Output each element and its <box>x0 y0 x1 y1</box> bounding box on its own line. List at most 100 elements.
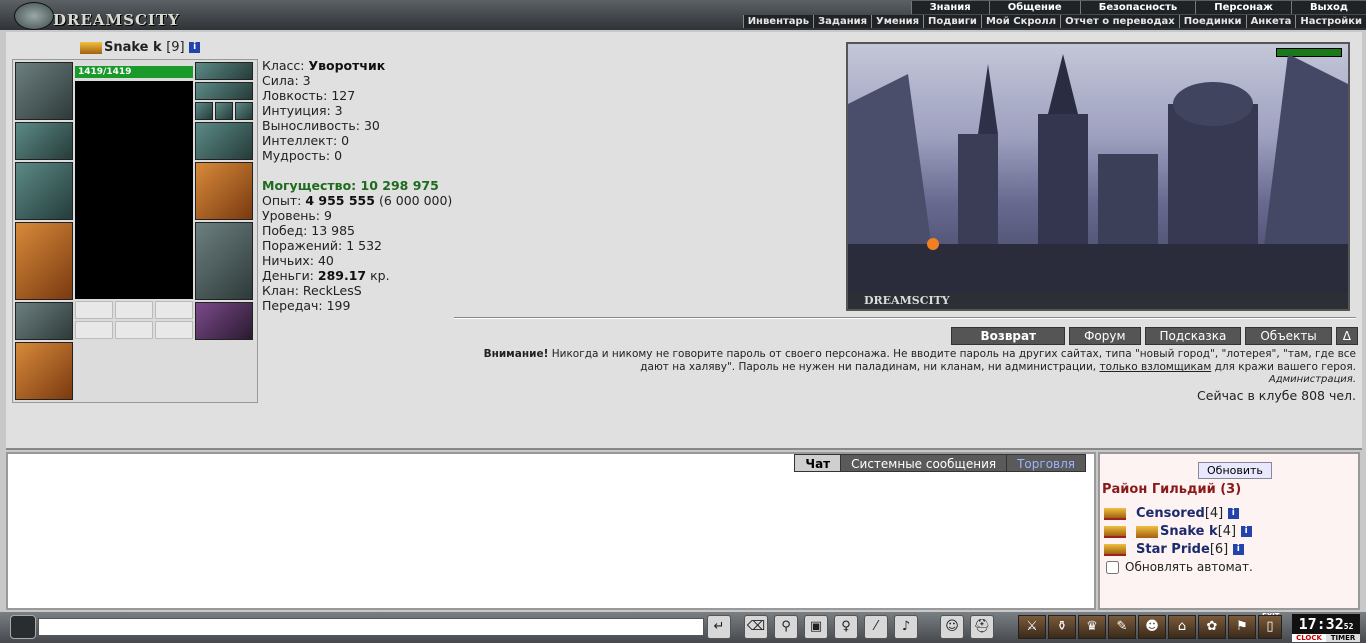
stat-experience: Опыт: 4 955 555 (6 000 000) <box>262 193 453 208</box>
private-message-icon[interactable] <box>1104 543 1126 556</box>
objects-button[interactable]: Объекты <box>1245 327 1332 345</box>
stat-intellect: Интеллект: 0 <box>262 133 350 148</box>
tab-trade[interactable]: Торговля <box>1006 454 1086 472</box>
gloves-slot[interactable] <box>195 122 253 160</box>
ring-slot[interactable] <box>215 102 233 120</box>
helmet-icon[interactable]: ⛑ <box>970 615 994 639</box>
info-icon[interactable]: i <box>189 42 201 53</box>
tab-chat[interactable]: Чат <box>794 454 842 472</box>
menu-knowledge[interactable]: Знания <box>910 1 989 14</box>
stat-class: Класс: Уворотчик <box>262 58 386 73</box>
timer-tab[interactable]: TIMER <box>1326 634 1360 642</box>
clock-tab[interactable]: CLOCK <box>1292 634 1326 642</box>
rune-slot[interactable] <box>115 301 153 319</box>
divider <box>454 317 1356 319</box>
inventory-icon[interactable]: ⚱ <box>1048 615 1076 639</box>
chat-input[interactable] <box>38 618 704 636</box>
offhand-slot[interactable] <box>195 162 253 220</box>
delta-button[interactable]: Δ <box>1335 327 1358 345</box>
submenu-fights[interactable]: Поединки <box>1178 15 1246 28</box>
game-logo[interactable]: DREAMSCITY <box>8 0 208 30</box>
stat-transfers: Передач: 199 <box>262 298 351 313</box>
private-message-icon[interactable] <box>1104 525 1126 538</box>
forum-button[interactable]: Форум <box>1069 327 1141 345</box>
submenu-profile[interactable]: Анкета <box>1245 15 1296 28</box>
tab-system[interactable]: Системные сообщения <box>840 454 1008 472</box>
top-bar: DREAMSCITY Знания Общение Безопасность П… <box>0 0 1366 30</box>
ring-slot[interactable] <box>235 102 253 120</box>
clan-icon[interactable] <box>80 41 102 54</box>
submenu-achievements[interactable]: Подвиги <box>923 15 981 28</box>
private-message-icon[interactable] <box>1104 507 1126 520</box>
bottom-toolbar: ↵ ⌫ ⚲ ▣ ♀ ⁄ ♪ ☺ ⛑ ⚔ ⚱ ♛ ✎ ☻ ⌂ ✿ ⚑ EXIT ▯… <box>0 612 1366 643</box>
refresh-button[interactable]: Обновить <box>1198 462 1272 479</box>
rune-slot[interactable] <box>75 301 113 319</box>
rune-slot[interactable] <box>115 321 153 339</box>
info-icon[interactable]: i <box>1232 544 1244 555</box>
submenu-quests[interactable]: Задания <box>813 15 871 28</box>
ring-slot[interactable] <box>195 102 213 120</box>
group-icon[interactable]: ✿ <box>1198 615 1226 639</box>
stat-losses: Поражений: 1 532 <box>262 238 382 253</box>
location-name: Район Гильдий (3) <box>1102 482 1242 497</box>
location-scene[interactable]: DREAMSCITY <box>846 42 1350 311</box>
flag-icon[interactable]: ⚑ <box>1228 615 1256 639</box>
menu-exit[interactable]: Выход <box>1290 1 1366 14</box>
boots-slot[interactable] <box>195 302 253 340</box>
save-icon[interactable]: ▣ <box>804 615 828 639</box>
hackers-link[interactable]: только взломщикам <box>1099 361 1211 373</box>
return-button[interactable]: Возврат <box>951 327 1066 345</box>
friends-icon[interactable]: ☻ <box>1138 615 1166 639</box>
rune-slot[interactable] <box>155 301 193 319</box>
submenu-skills[interactable]: Умения <box>871 15 923 28</box>
earring-slot[interactable] <box>195 62 253 80</box>
user-row[interactable]: Snake k[4] i <box>1104 524 1252 539</box>
menu-communication[interactable]: Общение <box>988 1 1080 14</box>
clan-menu-icon[interactable]: ♛ <box>1078 615 1106 639</box>
belt-slot[interactable] <box>15 302 73 340</box>
filter-icon[interactable]: ⚲ <box>774 615 798 639</box>
chat-speaker-icon[interactable] <box>10 615 36 639</box>
location-users-panel: Обновить Район Гильдий (3) Censored[4] i… <box>1098 452 1360 610</box>
character-stats: Класс: Уворотчик Сила: 3 Ловкость: 127 И… <box>262 58 452 313</box>
scene-title: DREAMSCITY <box>848 293 1348 309</box>
character-name: Snake k <box>104 40 162 55</box>
submenu-inventory[interactable]: Инвентарь <box>742 15 813 28</box>
helmet-slot[interactable] <box>15 62 73 120</box>
scroll-icon[interactable]: ✎ <box>1108 615 1136 639</box>
auto-refresh-checkbox[interactable] <box>1106 561 1119 574</box>
stat-money: Деньги: 289.17 кр. <box>262 268 390 283</box>
combat-icon[interactable]: ⚔ <box>1018 615 1046 639</box>
eraser-icon[interactable]: ⌫ <box>744 615 768 639</box>
exit-icon[interactable]: ▯ <box>1258 615 1282 639</box>
character-avatar[interactable] <box>75 81 193 299</box>
submenu-settings[interactable]: Настройки <box>1295 15 1366 28</box>
submenu-my-scroll[interactable]: Мой Скролл <box>980 15 1060 28</box>
submenu-transfers[interactable]: Отчет о переводах <box>1060 15 1179 28</box>
rune-slot[interactable] <box>75 321 113 339</box>
stat-intuition: Интуиция: 3 <box>262 103 343 118</box>
pants-slot[interactable] <box>195 222 253 300</box>
send-icon[interactable]: ↵ <box>707 615 731 639</box>
home-icon[interactable]: ⌂ <box>1168 615 1196 639</box>
auto-refresh-row: Обновлять автомат. <box>1106 560 1253 574</box>
user-row[interactable]: Censored[4] i <box>1104 506 1239 521</box>
info-icon[interactable]: i <box>1240 526 1252 537</box>
rune-slot[interactable] <box>155 321 193 339</box>
sound-icon[interactable]: ♪ <box>894 615 918 639</box>
weapon-slot[interactable] <box>15 162 73 220</box>
bag-slot[interactable] <box>15 342 73 400</box>
smiley-icon[interactable]: ☺ <box>940 615 964 639</box>
info-icon[interactable]: i <box>1227 508 1239 519</box>
user-row[interactable]: Star Pride[6] i <box>1104 542 1244 557</box>
walk-icon[interactable]: ♀ <box>834 615 858 639</box>
stat-wisdom: Мудрость: 0 <box>262 148 343 163</box>
bracers-slot[interactable] <box>15 122 73 160</box>
menu-security[interactable]: Безопасность <box>1079 1 1196 14</box>
menu-character[interactable]: Персонаж <box>1195 1 1291 14</box>
private-icon[interactable]: ⁄ <box>864 615 888 639</box>
amulet-slot[interactable] <box>195 82 253 100</box>
hint-button[interactable]: Подсказка <box>1144 327 1242 345</box>
auto-refresh-label: Обновлять автомат. <box>1125 560 1253 574</box>
armor-slot[interactable] <box>15 222 73 300</box>
